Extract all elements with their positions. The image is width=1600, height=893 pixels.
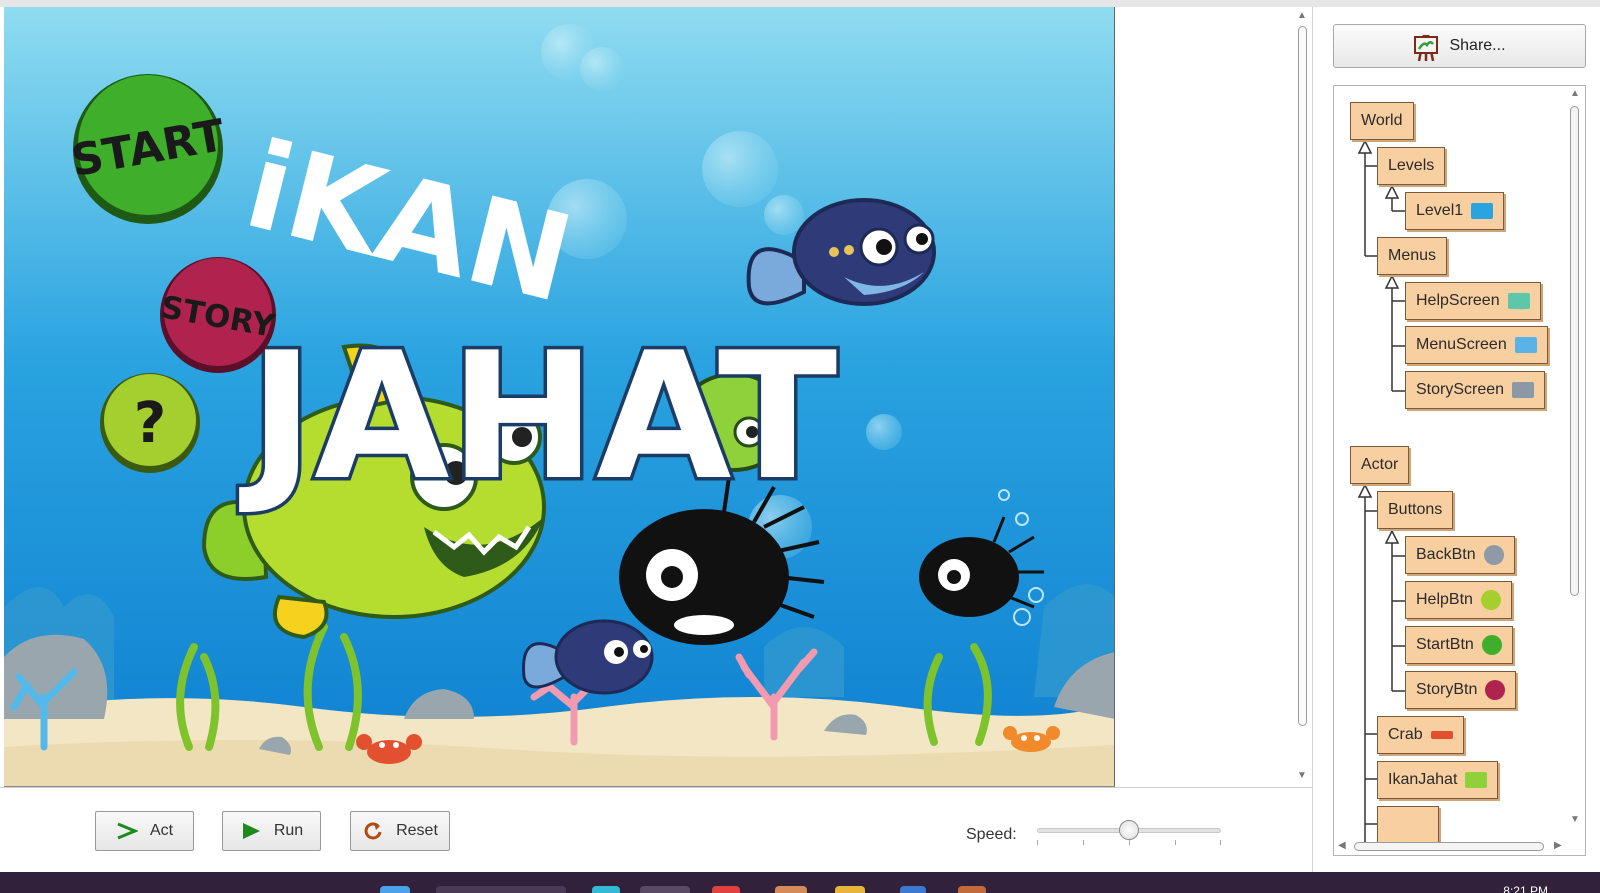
taskbar-app-icon[interactable] [900,886,926,893]
class-node-levels[interactable]: Levels [1377,147,1446,185]
reset-button[interactable]: Reset [350,811,450,851]
class-label: Actor [1361,456,1399,473]
backbtn-thumbnail-icon [1483,545,1504,565]
act-label: Act [149,822,174,839]
speed-label: Speed: [966,826,1017,843]
world-vertical-scrollbar[interactable]: ▲ ▼ [1294,8,1310,788]
class-node-storyscreen[interactable]: StoryScreen [1405,371,1546,409]
simulation-controls: Act Run Reset Speed: [0,787,1312,872]
class-node-world[interactable]: World [1350,102,1414,140]
class-label: IkanJahat [1388,771,1458,788]
storyscreen-thumbnail-icon [1512,382,1535,398]
slider-tick [1083,840,1084,845]
world-canvas: iKAN JAHAT START STORY ? [4,7,1114,786]
taskbar-app-icon[interactable] [775,886,807,893]
scroll-thumb[interactable] [1354,842,1544,851]
taskbar-app-icon[interactable] [640,886,690,893]
class-diagram-vertical-scrollbar[interactable]: ▲ ▼ [1567,86,1583,831]
title-jahat: JAHAT [239,316,837,519]
class-node-buttons[interactable]: Buttons [1377,491,1454,529]
slider-tick [1129,840,1130,845]
scroll-right-arrow-icon[interactable]: ▶ [1554,840,1562,851]
helpscreen-thumbnail-icon [1507,293,1530,309]
scroll-thumb[interactable] [1570,106,1579,596]
share-label: Share... [1449,37,1506,54]
run-button[interactable]: Run [222,811,321,851]
class-diagram-horizontal-scrollbar[interactable]: ◀ ▶ [1334,837,1569,855]
scroll-left-arrow-icon[interactable]: ◀ [1338,840,1346,851]
panel-divider [1312,7,1313,872]
class-node-ikanjahat[interactable]: IkanJahat [1377,761,1499,799]
slider-tick [1175,840,1176,845]
easel-icon [1414,34,1439,61]
class-node-menus[interactable]: Menus [1377,237,1448,275]
svg-text:?: ? [134,391,166,456]
class-node-backbtn[interactable]: BackBtn [1405,536,1515,574]
world-view[interactable]: iKAN JAHAT START STORY ? [4,7,1115,787]
scroll-down-arrow-icon[interactable]: ▼ [1570,814,1580,825]
class-label: StoryScreen [1416,381,1505,398]
ikanjahat-thumbnail-icon [1465,772,1488,788]
class-label: Levels [1388,157,1435,174]
class-node-helpbtn[interactable]: HelpBtn [1405,581,1512,619]
class-label: StoryBtn [1416,681,1478,698]
storybtn-thumbnail-icon [1485,680,1506,700]
class-node-level1[interactable]: Level1 [1405,192,1505,230]
menuscreen-thumbnail-icon [1514,337,1537,353]
taskbar-clock: 8:21 PM [1503,884,1548,893]
start-menu-icon[interactable] [380,886,410,893]
title-bar-edge [0,0,1600,7]
slider-tick [1037,840,1038,845]
taskbar-app-icon[interactable] [712,886,740,893]
run-label: Run [273,822,304,839]
scroll-up-arrow-icon[interactable]: ▲ [1296,10,1308,22]
taskbar-app-icon[interactable] [592,886,620,893]
slider-tick [1220,840,1221,845]
speed-slider[interactable] [1037,816,1221,846]
class-node-helpscreen[interactable]: HelpScreen [1405,282,1541,320]
class-node-startbtn[interactable]: StartBtn [1405,626,1513,664]
reset-label: Reset [396,822,438,839]
os-taskbar: 8:21 PM [0,872,1600,893]
reset-icon [364,822,382,840]
class-node-menuscreen[interactable]: MenuScreen [1405,326,1548,364]
class-label: HelpBtn [1416,591,1473,608]
helpbtn-thumbnail-icon [1480,590,1501,610]
play-icon [242,823,260,839]
taskbar-folder-icon[interactable] [835,886,865,893]
class-label: MenuScreen [1416,336,1507,353]
scroll-thumb[interactable] [1298,26,1307,726]
act-icon [117,822,138,840]
class-label: Menus [1388,247,1437,264]
scroll-up-arrow-icon[interactable]: ▲ [1570,88,1580,99]
class-label: Crab [1388,726,1423,743]
class-label: Level1 [1416,202,1464,219]
class-label: Buttons [1388,501,1443,518]
act-button[interactable]: Act [95,811,194,851]
class-label: HelpScreen [1416,292,1500,309]
world-margin [1115,7,1295,787]
crab-thumbnail-icon [1430,731,1453,739]
taskbar-search[interactable] [436,886,566,893]
share-button[interactable]: Share... [1333,24,1586,68]
class-label: World [1361,112,1403,129]
level1-thumbnail-icon [1471,203,1494,219]
taskbar-app-icon[interactable] [958,886,986,893]
class-node-actor[interactable]: Actor [1350,446,1410,484]
help-button[interactable]: ? [100,373,200,473]
class-label: BackBtn [1416,546,1476,563]
class-label: StartBtn [1416,636,1474,653]
speed-slider-thumb[interactable] [1119,820,1139,840]
class-diagram: World Levels Level1 Menus HelpScreen Men… [1333,85,1586,856]
startbtn-thumbnail-icon [1481,635,1502,655]
class-node-storybtn[interactable]: StoryBtn [1405,671,1517,709]
scroll-down-arrow-icon[interactable]: ▼ [1296,770,1308,782]
greenfoot-window: iKAN JAHAT START STORY ? ▲ ▼ Act Run Res… [0,0,1600,893]
class-node-crab[interactable]: Crab [1377,716,1464,754]
